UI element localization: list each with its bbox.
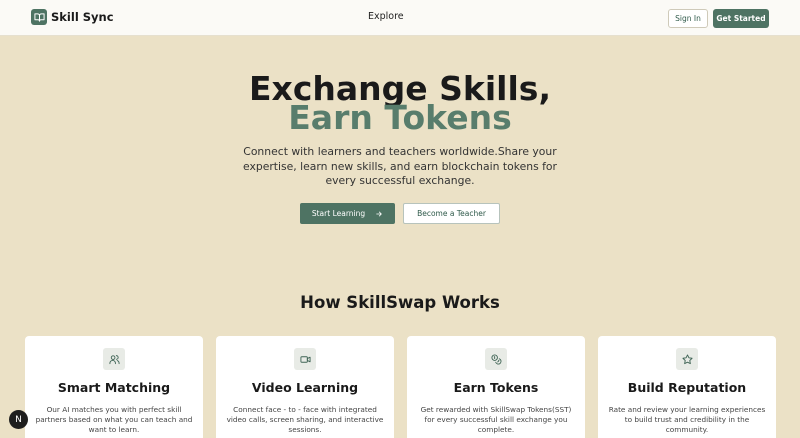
- hero-title-line2: Earn Tokens: [288, 98, 512, 137]
- feature-card-build-reputation: Build Reputation Rate and review your le…: [598, 336, 776, 438]
- feature-card-smart-matching: Smart Matching Our AI matches you with p…: [25, 336, 203, 438]
- arrow-right-icon: [376, 211, 382, 216]
- users-icon: [103, 348, 125, 370]
- hero-description: Connect with learners and teachers world…: [243, 145, 557, 187]
- brand-name: Skill Sync: [51, 10, 114, 24]
- how-it-works-title: How SkillSwap Works: [300, 293, 500, 312]
- start-learning-button[interactable]: Start Learning: [300, 203, 395, 224]
- nav-explore-link[interactable]: Explore: [368, 11, 404, 22]
- sign-in-button[interactable]: Sign In: [668, 9, 708, 28]
- start-learning-label: Start Learning: [311, 209, 366, 218]
- feature-card-title: Smart Matching: [57, 380, 171, 395]
- feature-card-desc: Rate and review your learning experience…: [608, 405, 766, 434]
- become-teacher-button[interactable]: Become a Teacher: [403, 203, 500, 224]
- feature-card-title: Earn Tokens: [453, 380, 539, 395]
- coins-icon: [485, 348, 507, 370]
- top-header: Skill Sync Explore Sign In Get Started: [0, 0, 800, 36]
- get-started-button[interactable]: Get Started: [713, 9, 769, 28]
- video-icon: [294, 348, 316, 370]
- feature-card-desc: Connect face - to - face with integrated…: [226, 405, 384, 434]
- brand-logo[interactable]: Skill Sync: [31, 9, 114, 25]
- feature-card-title: Build Reputation: [627, 380, 747, 395]
- feature-card-desc: Get rewarded with SkillSwap Tokens(SST) …: [420, 405, 572, 434]
- feature-card-earn-tokens: Earn Tokens Get rewarded with SkillSwap …: [407, 336, 585, 438]
- book-icon: [31, 9, 47, 25]
- feature-card-video-learning: Video Learning Connect face - to - face …: [216, 336, 394, 438]
- feature-card-desc: Our AI matches you with perfect skill pa…: [35, 405, 193, 434]
- feature-card-title: Video Learning: [251, 380, 359, 395]
- framework-dev-badge[interactable]: N: [9, 410, 28, 429]
- star-icon: [676, 348, 698, 370]
